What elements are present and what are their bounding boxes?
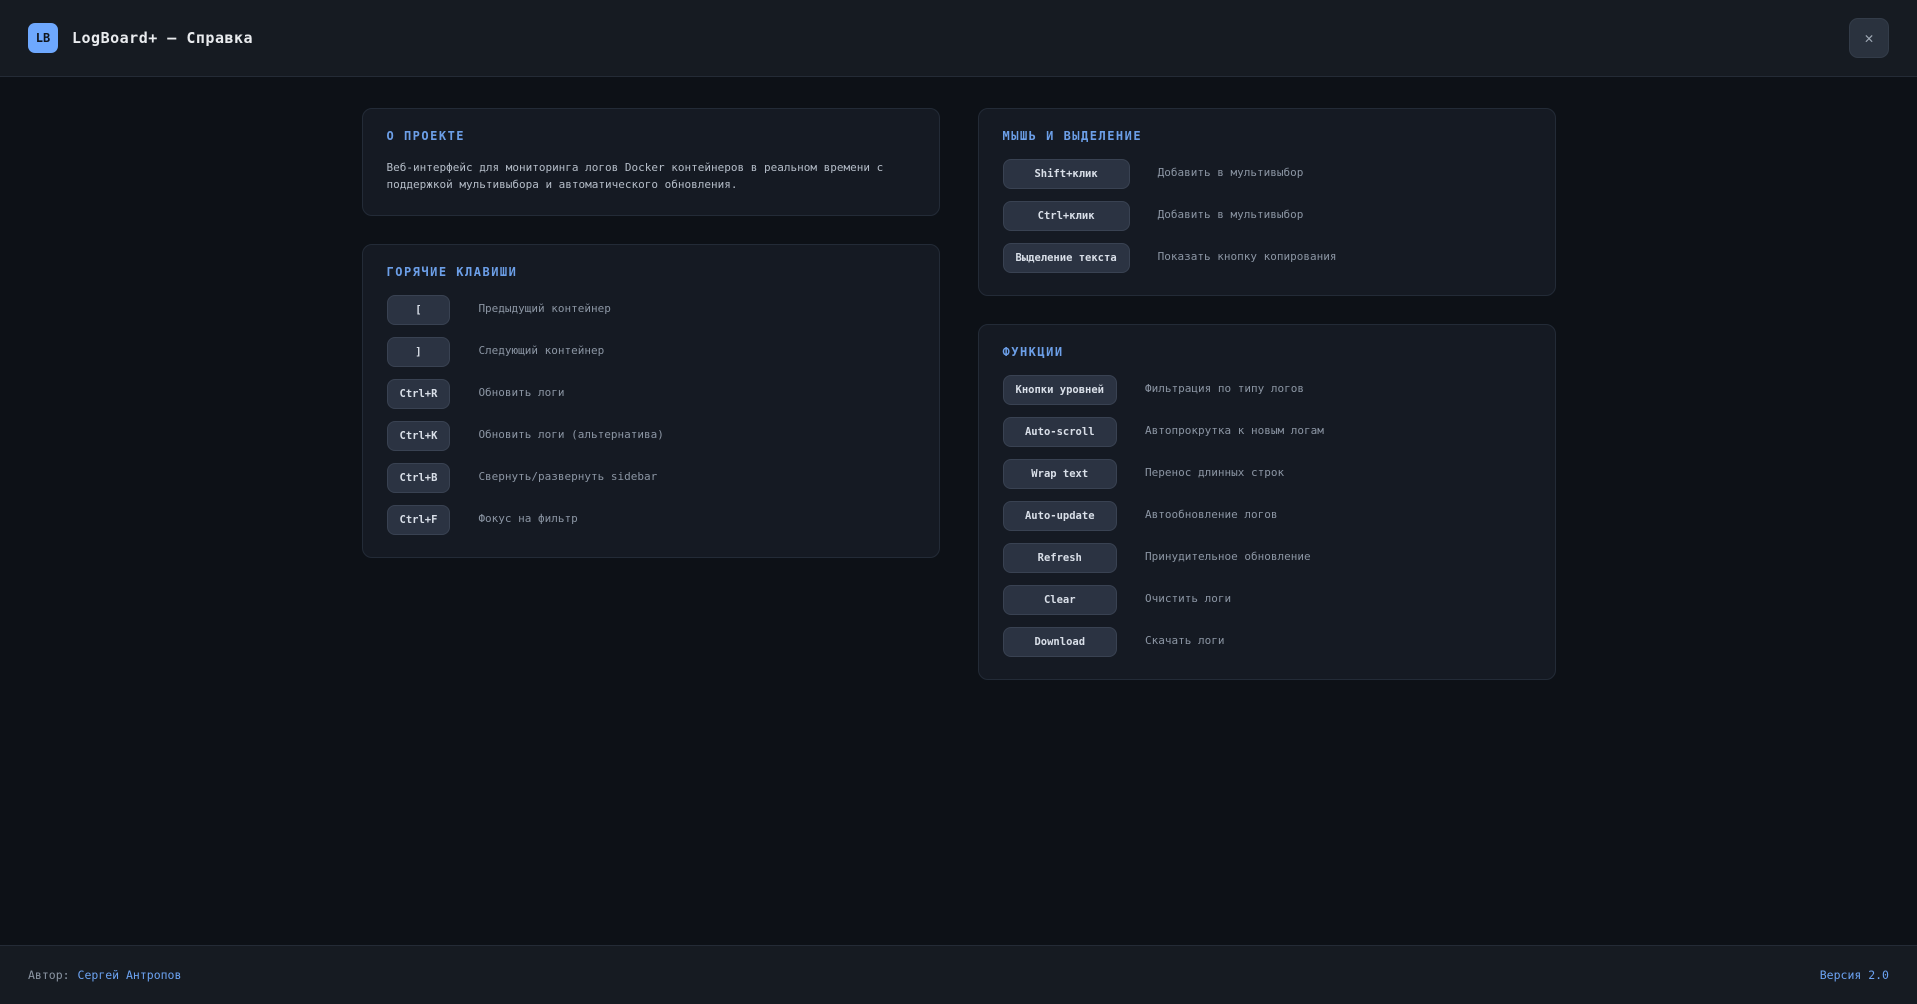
key-description: Предыдущий контейнер xyxy=(478,295,914,325)
left-column: О ПРОЕКТЕ Веб-интерфейс для мониторинга … xyxy=(362,108,940,558)
feature-description: Автообновление логов xyxy=(1145,501,1530,531)
mouse-card: МЫШЬ И ВЫДЕЛЕНИЕ Shift+клик Добавить в м… xyxy=(978,108,1556,296)
feature-badge: Auto-update xyxy=(1003,501,1118,531)
key-badge: Ctrl+R xyxy=(387,379,451,409)
footer-bar: Автор: Сергей Антропов Версия 2.0 xyxy=(0,945,1917,1004)
about-card: О ПРОЕКТЕ Веб-интерфейс для мониторинга … xyxy=(362,108,940,216)
key-badge: [ xyxy=(387,295,451,325)
close-button[interactable]: ✕ xyxy=(1849,18,1889,58)
feature-description: Скачать логи xyxy=(1145,627,1530,657)
page-title: LogBoard+ — Справка xyxy=(72,29,253,47)
features-card-title: ФУНКЦИИ xyxy=(1003,345,1531,359)
key-badge: Ctrl+B xyxy=(387,463,451,493)
key-description: Фокус на фильтр xyxy=(478,505,914,535)
cards-grid: О ПРОЕКТЕ Веб-интерфейс для мониторинга … xyxy=(362,108,1556,680)
author-link[interactable]: Сергей Антропов xyxy=(78,968,182,982)
key-badge: ] xyxy=(387,337,451,367)
features-rows: Кнопки уровней Фильтрация по типу логов … xyxy=(1003,375,1531,657)
author-line: Автор: Сергей Антропов xyxy=(28,968,181,982)
mouse-card-title: МЫШЬ И ВЫДЕЛЕНИЕ xyxy=(1003,129,1531,143)
feature-badge: Auto-scroll xyxy=(1003,417,1118,447)
help-content: О ПРОЕКТЕ Веб-интерфейс для мониторинга … xyxy=(0,77,1917,945)
action-description: Показать кнопку копирования xyxy=(1158,243,1531,273)
feature-badge: Кнопки уровней xyxy=(1003,375,1118,405)
features-card: ФУНКЦИИ Кнопки уровней Фильтрация по тип… xyxy=(978,324,1556,680)
hotkeys-card: ГОРЯЧИЕ КЛАВИШИ [ Предыдущий контейнер ]… xyxy=(362,244,940,558)
feature-description: Принудительное обновление xyxy=(1145,543,1530,573)
action-badge: Shift+клик xyxy=(1003,159,1130,189)
key-description: Обновить логи (альтернатива) xyxy=(478,421,914,451)
key-badge: Ctrl+F xyxy=(387,505,451,535)
key-description: Следующий контейнер xyxy=(478,337,914,367)
feature-badge: Download xyxy=(1003,627,1118,657)
feature-badge: Wrap text xyxy=(1003,459,1118,489)
feature-badge: Clear xyxy=(1003,585,1118,615)
feature-description: Перенос длинных строк xyxy=(1145,459,1530,489)
action-description: Добавить в мультивыбор xyxy=(1158,159,1531,189)
key-description: Свернуть/развернуть sidebar xyxy=(478,463,914,493)
feature-badge: Refresh xyxy=(1003,543,1118,573)
author-label: Автор: xyxy=(28,968,70,982)
version-label: Версия 2.0 xyxy=(1820,968,1889,982)
right-column: МЫШЬ И ВЫДЕЛЕНИЕ Shift+клик Добавить в м… xyxy=(978,108,1556,680)
feature-description: Очистить логи xyxy=(1145,585,1530,615)
feature-description: Автопрокрутка к новым логам xyxy=(1145,417,1530,447)
about-card-title: О ПРОЕКТЕ xyxy=(387,129,915,143)
action-badge: Ctrl+клик xyxy=(1003,201,1130,231)
hotkeys-rows: [ Предыдущий контейнер ] Следующий конте… xyxy=(387,295,915,535)
action-description: Добавить в мультивыбор xyxy=(1158,201,1531,231)
mouse-rows: Shift+клик Добавить в мультивыбор Ctrl+к… xyxy=(1003,159,1531,273)
feature-description: Фильтрация по типу логов xyxy=(1145,375,1530,405)
close-icon: ✕ xyxy=(1864,29,1873,47)
action-badge: Выделение текста xyxy=(1003,243,1130,273)
key-badge: Ctrl+K xyxy=(387,421,451,451)
about-card-text: Веб-интерфейс для мониторинга логов Dock… xyxy=(387,159,915,193)
app-logo: LB xyxy=(28,23,58,53)
hotkeys-card-title: ГОРЯЧИЕ КЛАВИШИ xyxy=(387,265,915,279)
header-bar: LB LogBoard+ — Справка ✕ xyxy=(0,0,1917,77)
key-description: Обновить логи xyxy=(478,379,914,409)
